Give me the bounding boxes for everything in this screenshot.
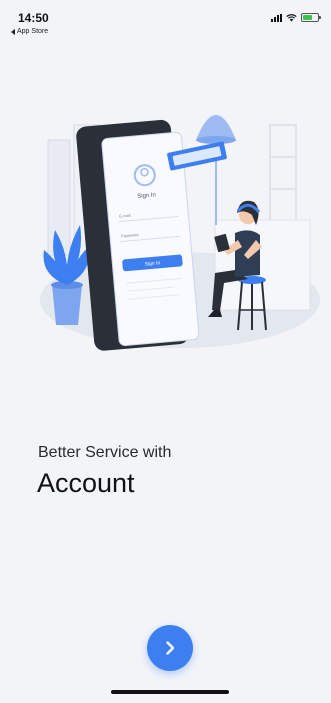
illustration-field-email: E-mail xyxy=(119,213,131,219)
onboarding-screen: 14:50 App Store Sign In E-mail Password … xyxy=(0,0,331,703)
next-button[interactable] xyxy=(147,625,193,671)
wifi-icon xyxy=(286,13,297,21)
back-to-app-store-link[interactable]: App Store xyxy=(11,28,48,35)
onboarding-title: Account xyxy=(37,468,135,498)
status-icons xyxy=(271,13,321,22)
cellular-signal-icon xyxy=(271,13,282,22)
home-indicator[interactable] xyxy=(111,690,229,694)
chevron-right-icon xyxy=(166,641,175,655)
status-bar: 14:50 App Store xyxy=(0,0,331,40)
back-app-label: App Store xyxy=(17,28,49,35)
onboarding-subtitle: Better Service with xyxy=(38,444,172,461)
back-arrow-icon xyxy=(11,28,15,35)
signin-illustration: Sign In E-mail Password Sign In xyxy=(40,115,320,351)
status-time: 14:50 xyxy=(18,11,49,25)
battery-icon xyxy=(301,13,321,22)
